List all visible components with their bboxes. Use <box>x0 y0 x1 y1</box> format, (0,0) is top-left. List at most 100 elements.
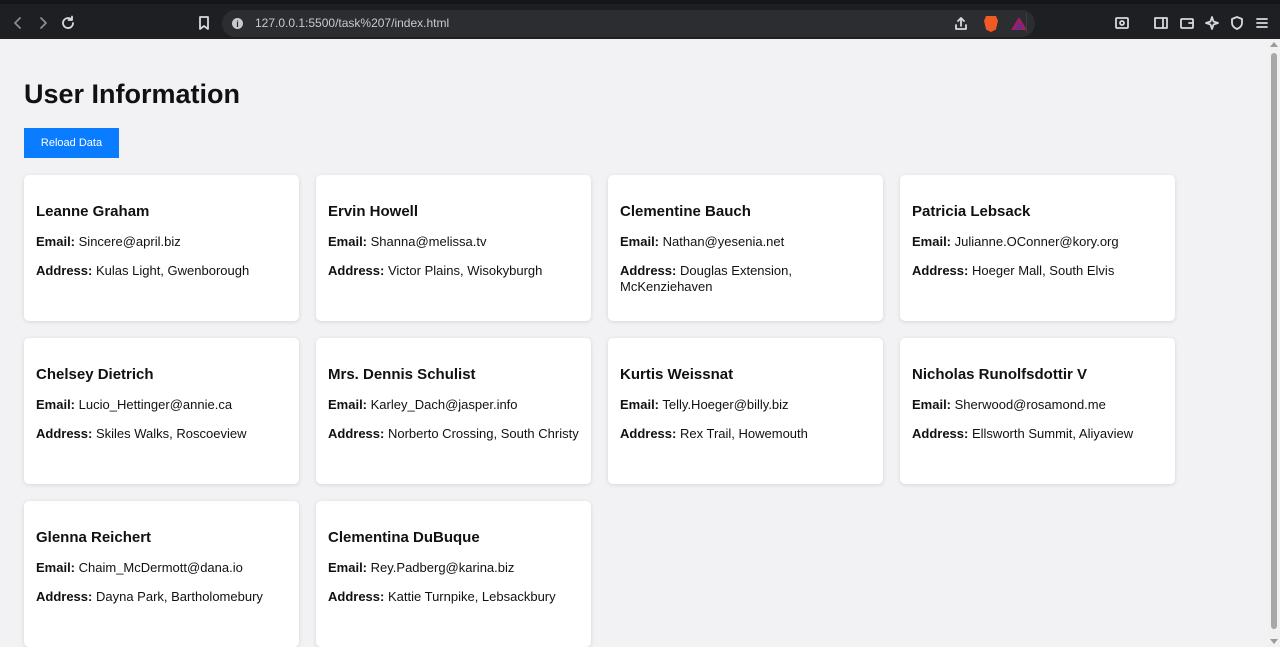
user-card: Clementina DuBuque Email: Rey.Padberg@ka… <box>316 501 591 647</box>
user-email: Email: Chaim_McDermott@dana.io <box>36 560 287 576</box>
user-name: Clementina DuBuque <box>328 529 480 546</box>
email-label: Email: <box>912 397 952 412</box>
user-name: Leanne Graham <box>36 203 150 220</box>
email-value: Telly.Hoeger@billy.biz <box>662 397 789 412</box>
user-name: Glenna Reichert <box>36 529 152 546</box>
user-name: Mrs. Dennis Schulist <box>328 366 476 383</box>
user-email: Email: Shanna@melissa.tv <box>328 234 579 250</box>
tab-search-icon[interactable] <box>1112 13 1132 33</box>
email-value: Lucio_Hettinger@annie.ca <box>78 397 233 412</box>
email-value: Julianne.OConner@kory.org <box>954 234 1119 249</box>
address-label: Address: <box>36 589 93 604</box>
address-value: Ellsworth Summit, Aliyaview <box>971 426 1134 441</box>
user-card: Nicholas Runolfsdottir V Email: Sherwood… <box>900 338 1175 484</box>
email-value: Sincere@april.biz <box>78 234 181 249</box>
address-value: Skiles Walks, Roscoeview <box>95 426 247 441</box>
user-address: Address: Hoeger Mall, South Elvis <box>912 263 1163 279</box>
page-scrollbar[interactable] <box>1268 39 1280 647</box>
brave-shields-icon[interactable] <box>984 16 998 32</box>
address-label: Address: <box>36 426 93 441</box>
user-card: Mrs. Dennis Schulist Email: Karley_Dach@… <box>316 338 591 484</box>
user-card: Patricia Lebsack Email: Julianne.OConner… <box>900 175 1175 321</box>
user-address: Address: Kulas Light, Gwenborough <box>36 263 287 279</box>
forward-icon[interactable] <box>33 13 53 33</box>
address-bar[interactable]: i 127.0.0.1:5500/task%207/index.html <box>222 10 1035 37</box>
email-label: Email: <box>620 397 660 412</box>
reload-data-button[interactable]: Reload Data <box>24 128 119 158</box>
scrollbar-thumb[interactable] <box>1271 53 1277 629</box>
address-value: Kattie Turnpike, Lebsackbury <box>387 589 556 604</box>
address-label: Address: <box>620 426 677 441</box>
user-address: Address: Douglas Extension, McKenziehave… <box>620 263 871 295</box>
user-address: Address: Norberto Crossing, South Christ… <box>328 426 579 442</box>
user-address: Address: Kattie Turnpike, Lebsackbury <box>328 589 579 605</box>
user-name: Clementine Bauch <box>620 203 751 220</box>
address-value: Dayna Park, Bartholomebury <box>95 589 263 604</box>
user-card: Clementine Bauch Email: Nathan@yesenia.n… <box>608 175 883 321</box>
user-email: Email: Telly.Hoeger@billy.biz <box>620 397 871 413</box>
user-email: Email: Karley_Dach@jasper.info <box>328 397 579 413</box>
address-value: Norberto Crossing, South Christy <box>387 426 579 441</box>
scroll-up-arrow-icon[interactable] <box>1270 42 1278 47</box>
brave-rewards-icon[interactable] <box>1011 17 1027 30</box>
user-card: Ervin Howell Email: Shanna@melissa.tv Ad… <box>316 175 591 321</box>
user-card: Leanne Graham Email: Sincere@april.biz A… <box>24 175 299 321</box>
user-card: Chelsey Dietrich Email: Lucio_Hettinger@… <box>24 338 299 484</box>
email-value: Sherwood@rosamond.me <box>954 397 1106 412</box>
address-label: Address: <box>620 263 677 278</box>
scroll-down-arrow-icon[interactable] <box>1270 639 1278 644</box>
email-label: Email: <box>912 234 952 249</box>
address-value: Rex Trail, Howemouth <box>679 426 808 441</box>
menu-icon[interactable] <box>1252 13 1272 33</box>
email-label: Email: <box>328 560 368 575</box>
browser-toolbar: i 127.0.0.1:5500/task%207/index.html <box>0 0 1280 39</box>
bookmark-icon[interactable] <box>194 13 214 33</box>
address-label: Address: <box>328 263 385 278</box>
address-label: Address: <box>912 426 969 441</box>
user-name: Kurtis Weissnat <box>620 366 734 383</box>
user-name: Ervin Howell <box>328 203 419 220</box>
address-label: Address: <box>912 263 969 278</box>
url-text: 127.0.0.1:5500/task%207/index.html <box>255 16 450 30</box>
user-card: Glenna Reichert Email: Chaim_McDermott@d… <box>24 501 299 647</box>
email-value: Karley_Dach@jasper.info <box>370 397 518 412</box>
email-label: Email: <box>328 234 368 249</box>
page-title: User Information <box>24 79 241 109</box>
email-label: Email: <box>620 234 660 249</box>
address-label: Address: <box>328 426 385 441</box>
email-label: Email: <box>328 397 368 412</box>
email-label: Email: <box>36 234 76 249</box>
email-value: Nathan@yesenia.net <box>662 234 785 249</box>
share-icon[interactable] <box>951 14 971 34</box>
email-value: Rey.Padberg@karina.biz <box>370 560 515 575</box>
email-label: Email: <box>36 397 76 412</box>
user-name: Nicholas Runolfsdottir V <box>912 366 1088 383</box>
user-card: Kurtis Weissnat Email: Telly.Hoeger@bill… <box>608 338 883 484</box>
email-value: Shanna@melissa.tv <box>370 234 487 249</box>
user-address: Address: Victor Plains, Wisokyburgh <box>328 263 579 279</box>
toolbar-divider <box>1026 13 1027 33</box>
user-name: Patricia Lebsack <box>912 203 1031 220</box>
address-label: Address: <box>36 263 93 278</box>
address-value: Hoeger Mall, South Elvis <box>971 263 1115 278</box>
address-label: Address: <box>328 589 385 604</box>
user-address: Address: Rex Trail, Howemouth <box>620 426 871 442</box>
email-label: Email: <box>36 560 76 575</box>
sidebar-icon[interactable] <box>1151 13 1171 33</box>
reload-icon[interactable] <box>58 13 78 33</box>
user-address: Address: Dayna Park, Bartholomebury <box>36 589 287 605</box>
wallet-icon[interactable] <box>1177 13 1197 33</box>
user-email: Email: Julianne.OConner@kory.org <box>912 234 1163 250</box>
site-info-icon[interactable]: i <box>232 18 243 29</box>
page-content: User Information Reload Data Leanne Grah… <box>0 39 1268 647</box>
user-card-grid: Leanne Graham Email: Sincere@april.biz A… <box>24 175 1175 647</box>
user-email: Email: Rey.Padberg@karina.biz <box>328 560 579 576</box>
back-icon[interactable] <box>8 13 28 33</box>
user-address: Address: Skiles Walks, Roscoeview <box>36 426 287 442</box>
user-email: Email: Lucio_Hettinger@annie.ca <box>36 397 287 413</box>
user-name: Chelsey Dietrich <box>36 366 154 383</box>
user-email: Email: Sincere@april.biz <box>36 234 287 250</box>
leo-ai-icon[interactable] <box>1202 13 1222 33</box>
vpn-icon[interactable] <box>1227 13 1247 33</box>
address-value: Victor Plains, Wisokyburgh <box>387 263 543 278</box>
